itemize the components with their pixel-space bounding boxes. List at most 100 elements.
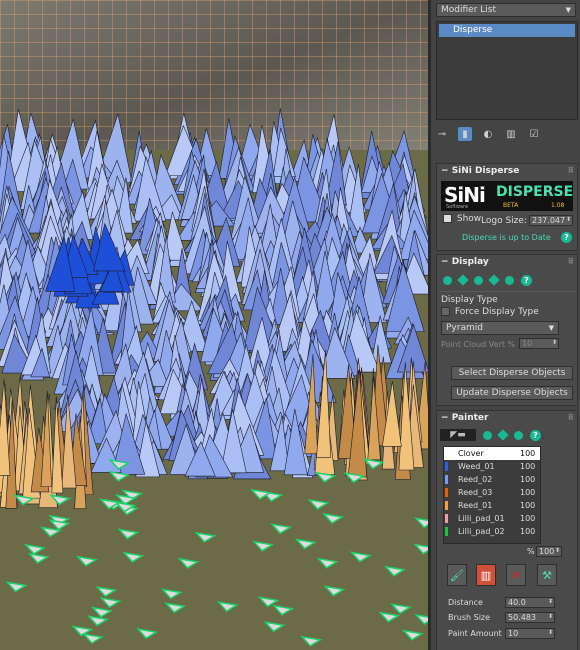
spinner-arrows-icon[interactable]: ⬍: [548, 628, 553, 638]
drag-handle-icon[interactable]: ⠿: [568, 411, 574, 425]
show-row: Show Logo Size: 237.047 ⬍: [437, 214, 577, 230]
brush-size-value: 50.483: [508, 613, 536, 622]
list-item[interactable]: Weed_01 100: [444, 460, 540, 473]
chevron-down-icon: ▼: [548, 324, 554, 332]
list-item[interactable]: Reed_02 100: [444, 473, 540, 486]
configure-icon[interactable]: ☑: [527, 127, 541, 141]
spinner-arrows-icon[interactable]: ⬍: [548, 597, 553, 607]
show-checkbox[interactable]: [443, 214, 452, 223]
distance-label: Distance: [448, 598, 483, 607]
brush-size-spinner[interactable]: 50.483 ⬍: [505, 612, 555, 623]
distance-value: 40.0: [508, 598, 526, 607]
make-unique-icon[interactable]: ◐: [481, 127, 495, 141]
list-item[interactable]: Lilli_pad_02 100: [444, 525, 540, 538]
percent-spinner[interactable]: 100 ⬍: [536, 546, 562, 557]
point-cloud-label: Point Cloud Vert %: [441, 340, 516, 349]
rollout-sini-disperse: − SiNi Disperse ⠿ SiNi Software DISPERSE…: [436, 163, 578, 251]
drag-handle-icon[interactable]: ⠿: [568, 164, 574, 178]
mode-diamond-icon[interactable]: [488, 274, 500, 286]
paint-amount-label: Paint Amount: [448, 629, 502, 638]
stack-item-disperse[interactable]: Disperse: [439, 24, 575, 37]
brush-size-label: Brush Size: [448, 613, 491, 622]
rollout-header[interactable]: − Display ⠿: [437, 255, 577, 269]
show-label: Show: [456, 214, 482, 224]
help-icon[interactable]: ?: [561, 232, 572, 243]
remove-modifier-icon[interactable]: ▥: [504, 127, 518, 141]
pin-icon[interactable]: ⊸: [435, 127, 449, 141]
select-disperse-objects-button[interactable]: Select Disperse Objects: [451, 366, 573, 380]
distance-spinner[interactable]: 40.0 ⬍: [505, 597, 555, 608]
spinner-arrows-icon[interactable]: ⬍: [548, 612, 553, 622]
color-swatch: [445, 449, 448, 458]
item-value: 100: [520, 462, 536, 471]
shape-dropdown[interactable]: Pyramid ▼: [441, 321, 559, 335]
item-name: Reed_01: [458, 501, 493, 510]
item-value: 100: [520, 488, 536, 497]
force-display-checkbox[interactable]: [441, 307, 450, 316]
color-swatch: [445, 488, 448, 497]
spinner-arrows-icon[interactable]: ⬍: [555, 546, 560, 556]
logo-size-spinner[interactable]: 237.047 ⬍: [529, 215, 573, 226]
rollout-header[interactable]: − SiNi Disperse ⠿: [437, 164, 577, 178]
color-swatch: [445, 514, 448, 523]
help-icon[interactable]: ?: [521, 274, 532, 286]
mode-circle-icon[interactable]: [514, 430, 523, 440]
point-cloud-value: 10: [522, 339, 533, 348]
force-display-label: Force Display Type: [454, 307, 539, 317]
erase-button[interactable]: ✕: [506, 564, 526, 586]
color-swatch: [445, 475, 448, 484]
mode-circle-icon[interactable]: [474, 275, 483, 285]
wireframe-mesh: [0, 0, 428, 165]
rollout-title: Painter: [451, 413, 489, 423]
item-name: Reed_03: [458, 488, 493, 497]
viewport-scene[interactable]: [0, 0, 428, 650]
logo-size-value: 237.047: [532, 216, 566, 225]
mode-circle-icon[interactable]: [443, 275, 452, 285]
item-value: 100: [520, 514, 536, 523]
mode-circle-icon[interactable]: [505, 275, 514, 285]
help-icon[interactable]: ?: [530, 429, 541, 441]
item-value: 100: [520, 501, 536, 510]
paint-brush-button[interactable]: 🖌: [447, 564, 467, 586]
item-value: 100: [520, 475, 536, 484]
spinner-arrows-icon[interactable]: ⬍: [552, 338, 557, 348]
paint-amount-value: 10: [508, 629, 519, 638]
list-item[interactable]: Clover 100: [444, 447, 540, 460]
logo-version: 1.08: [551, 202, 565, 209]
color-swatch: [445, 501, 448, 510]
rollout-header[interactable]: − Painter ⠿: [437, 411, 577, 425]
painter-mode-buttons: ◤▬ ?: [437, 427, 577, 443]
painter-object-list[interactable]: Clover 100 Weed_01 100 Reed_02 100 Reed_03 1…: [443, 446, 541, 544]
collapse-icon: −: [441, 413, 449, 423]
update-disperse-objects-button[interactable]: Update Disperse Objects: [451, 386, 573, 400]
item-name: Clover: [458, 449, 484, 458]
stack-toolbar: ⊸ ▮ ◐ ▥ ☑: [435, 126, 577, 142]
mode-diamond-icon[interactable]: [497, 429, 509, 441]
viewport[interactable]: [0, 0, 428, 650]
rollout-title: Display: [451, 257, 489, 267]
status-row: Disperse is up to Date ?: [437, 230, 577, 246]
mode-circle-icon[interactable]: [483, 430, 492, 440]
drag-handle-icon[interactable]: ⠿: [568, 255, 574, 269]
color-swatch: [445, 527, 448, 536]
list-item[interactable]: Reed_01 100: [444, 499, 540, 512]
paint-grid-brush-button[interactable]: ⚒: [537, 564, 557, 586]
paint-multi-brush-button[interactable]: ▥: [476, 564, 496, 586]
logo-size-label: Logo Size:: [481, 216, 527, 226]
modifier-list-dropdown[interactable]: Modifier List ▼: [436, 3, 576, 17]
color-swatch: [445, 462, 448, 471]
item-name: Weed_01: [458, 462, 495, 471]
paint-amount-spinner[interactable]: 10 ⬍: [505, 628, 555, 639]
status-text: Disperse is up to Date: [462, 233, 551, 242]
mode-diamond-icon[interactable]: [457, 274, 469, 286]
show-end-result-icon[interactable]: ▮: [458, 127, 472, 141]
point-cloud-spinner[interactable]: 10 ⬍: [519, 338, 559, 349]
percent-label: %: [527, 547, 535, 556]
list-item[interactable]: Lilli_pad_01 100: [444, 512, 540, 525]
rollout-display: − Display ⠿ ? Display Type Force Display…: [436, 254, 578, 406]
modifier-stack[interactable]: Disperse: [436, 21, 578, 120]
display-mode-buttons: ?: [437, 272, 577, 288]
list-item[interactable]: Reed_03 100: [444, 486, 540, 499]
spinner-arrows-icon[interactable]: ⬍: [566, 215, 571, 225]
chevron-down-icon: ▼: [565, 6, 571, 14]
